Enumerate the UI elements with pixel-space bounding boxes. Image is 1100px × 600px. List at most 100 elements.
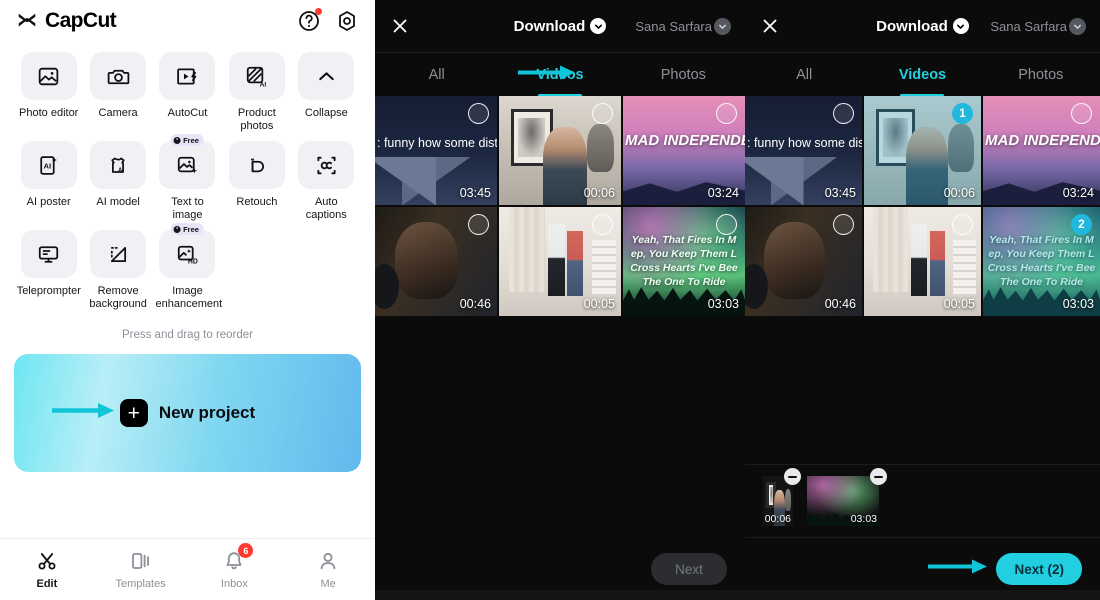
inbox-badge: 6	[238, 543, 254, 558]
tray-item[interactable]: 00:06	[763, 468, 801, 526]
new-project-button[interactable]: + New project	[14, 354, 361, 472]
select-circle-icon[interactable]	[716, 214, 737, 235]
selection-order-badge[interactable]: 2	[1071, 214, 1092, 235]
tab-all[interactable]: All	[375, 53, 498, 97]
tool-remove-background[interactable]: Remove background	[83, 224, 152, 311]
select-circle-icon[interactable]	[592, 214, 613, 235]
tool-label: Collapse	[304, 107, 348, 119]
tool-auto-captions[interactable]: Auto captions	[292, 135, 361, 222]
chevron-down-icon	[952, 18, 969, 34]
free-badge-label: Free	[183, 224, 199, 234]
gear-icon[interactable]	[335, 9, 359, 33]
question-mark-circle-icon[interactable]	[297, 8, 322, 33]
tool-label: Camera	[98, 107, 138, 119]
media-caption: MAD INDEPENDENT 'T YOU EVER FORG	[985, 131, 1100, 149]
select-circle-icon[interactable]	[952, 214, 973, 235]
home-header-icons	[297, 8, 359, 33]
media-cell[interactable]: Yeah, That Fires In M ep, You Keep Them …	[623, 207, 745, 316]
media-caption: : funny how some distan kes everything s…	[377, 136, 497, 151]
tab-edit[interactable]: Edit	[0, 549, 94, 590]
account-selector[interactable]: Sana Sarfara	[635, 17, 731, 35]
close-icon[interactable]	[759, 15, 781, 37]
select-circle-icon[interactable]	[468, 214, 489, 235]
new-project-label: New project	[158, 403, 256, 422]
annotation-arrow-next	[928, 558, 990, 581]
tool-grid: Photo editor Camera AutoCut AI Product p…	[0, 42, 375, 311]
tab-videos[interactable]: Videos	[863, 53, 981, 97]
picker-tabs: All Videos Photos	[745, 52, 1100, 96]
tool-label: Remove background	[89, 285, 147, 310]
picker-title-text: Download	[876, 17, 948, 35]
media-cell[interactable]: 00:06	[499, 96, 621, 205]
select-circle-icon[interactable]	[833, 214, 854, 235]
media-cell[interactable]: : funny how some distan kes everything s…	[375, 96, 497, 205]
select-circle-icon[interactable]	[592, 103, 613, 124]
tool-text-to-image[interactable]: Free Text to image	[153, 134, 222, 222]
tool-collapse[interactable]: Collapse	[292, 46, 361, 133]
media-duration: 00:06	[583, 186, 615, 200]
tool-camera[interactable]: Camera	[83, 46, 152, 133]
tab-photos[interactable]: Photos	[622, 53, 745, 97]
capcut-home-panel: CapCut Photo editor Camera AutoCut AI Pr…	[0, 0, 375, 600]
tab-all[interactable]: All	[745, 53, 863, 97]
media-cell[interactable]: : funny how some distan kes everything s…	[745, 96, 862, 205]
brand-name: CapCut	[45, 9, 117, 32]
tray-item[interactable]: 03:03	[807, 468, 887, 526]
tool-image-enhancement[interactable]: Free HD Image enhancement	[153, 223, 223, 311]
tool-icon-box	[298, 52, 355, 100]
wall-art	[875, 109, 916, 166]
tool-label: Product photos	[237, 107, 276, 132]
person-shape	[929, 230, 945, 297]
tool-teleprompter[interactable]: Teleprompter	[14, 224, 83, 311]
system-nav-strip	[745, 590, 1100, 600]
media-duration: 03:45	[459, 186, 491, 200]
tab-me[interactable]: Me	[281, 549, 375, 590]
media-cell[interactable]: 00:46	[745, 207, 862, 316]
media-cell[interactable]: 00:46	[375, 207, 497, 316]
media-cell[interactable]: MAD INDEPENDENT 'T YOU EVER FORG 03:24	[623, 96, 745, 205]
chevron-down-icon	[714, 17, 731, 35]
free-badge: Free	[171, 134, 204, 146]
tool-retouch[interactable]: Retouch	[222, 135, 291, 222]
tool-icon-box	[159, 52, 216, 100]
next-button[interactable]: Next (2)	[996, 553, 1082, 585]
tab-photos[interactable]: Photos	[982, 53, 1100, 97]
select-circle-icon[interactable]	[1071, 103, 1092, 124]
selection-order-badge[interactable]: 1	[952, 103, 973, 124]
media-cell-selected[interactable]: 1 00:06	[864, 96, 981, 205]
drawer-shape	[591, 239, 617, 297]
close-icon[interactable]	[389, 15, 411, 37]
select-circle-icon[interactable]	[716, 103, 737, 124]
minus-circle-icon[interactable]	[784, 468, 801, 485]
account-selector[interactable]: Sana Sarfara	[990, 17, 1086, 35]
picker-tabs: All Videos Photos	[375, 52, 745, 96]
tool-label: AI poster	[26, 196, 71, 208]
tool-photo-editor[interactable]: Photo editor	[14, 46, 83, 133]
annotation-arrow-new-project	[52, 401, 118, 426]
next-button[interactable]: Next	[651, 553, 727, 585]
reorder-hint: Press and drag to reorder	[121, 329, 254, 341]
tool-label: Image enhancement	[155, 285, 223, 310]
minus-circle-icon[interactable]	[870, 468, 887, 485]
select-circle-icon[interactable]	[468, 103, 489, 124]
tool-product-photos[interactable]: AI Product photos	[222, 46, 291, 133]
select-circle-icon[interactable]	[833, 103, 854, 124]
tool-ai-poster[interactable]: AI AI poster	[14, 135, 83, 222]
tab-templates[interactable]: Templates	[94, 549, 188, 590]
tab-inbox[interactable]: 6 Inbox	[188, 543, 282, 590]
tool-autocut[interactable]: AutoCut	[153, 46, 222, 133]
tool-ai-model[interactable]: AI AI model	[83, 135, 152, 222]
media-duration: 00:05	[943, 297, 975, 311]
vase-shape	[948, 124, 974, 173]
tab-label: Me	[320, 578, 336, 590]
media-cell[interactable]: 00:05	[864, 207, 981, 316]
person-shape	[542, 126, 587, 205]
media-cell[interactable]: MAD INDEPENDENT 'T YOU EVER FORG 03:24	[983, 96, 1100, 205]
media-cell[interactable]: 00:05	[499, 207, 621, 316]
vase-shape	[784, 489, 792, 511]
svg-text:AI: AI	[44, 161, 52, 170]
media-picker-panel-selected: Download Sana Sarfara All Videos Photos …	[745, 0, 1100, 600]
media-duration: 03:24	[1062, 186, 1094, 200]
media-cell-selected[interactable]: Yeah, That Fires In M ep, You Keep Them …	[983, 207, 1100, 316]
drawer-shape	[952, 239, 977, 297]
